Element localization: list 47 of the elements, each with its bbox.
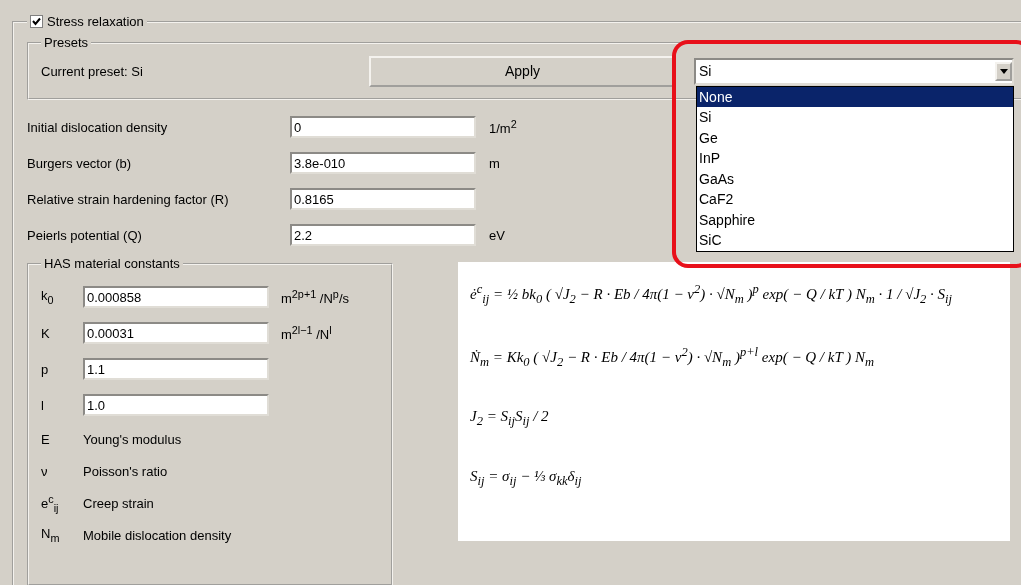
field-label: Burgers vector (b) (27, 155, 133, 171)
equation: Ṅ$_{m}$ = Kk$_{0}$ ( √J$_{2}$ − R · Eb / 4π(1 − ν$^{2}$) · √N$_{m}$ )$^{p+l}$ exp( − Q / kT ) N$_{m}$ (469, 343, 876, 371)
unit-label: 1/m$^{2}$ (489, 117, 517, 137)
input-field[interactable]: 3.8e-010 (290, 152, 476, 174)
field-label: Initial dislocation density (27, 119, 169, 135)
input-field[interactable]: 1.1 (83, 358, 269, 380)
symbol-label: N$_{m}$ (41, 526, 60, 544)
unit-label: eV (489, 227, 505, 243)
symbol-label: E (41, 431, 50, 447)
symbol-label: K (41, 325, 50, 341)
input-field[interactable]: 0.000858 (83, 286, 269, 308)
input-field[interactable]: 0 (290, 116, 476, 138)
dropdown-option[interactable]: InP (697, 148, 1013, 169)
equation: ė$^{c}$$_{ij}$ = ½ bk$_{0}$ ( √J$_{2}$ − R · Eb / 4π(1 − ν$^{2}$) · √N$_{m}$ )$^{p}$ exp( − Q / kT ) N$_{m}$ · 1 / √J$_{2}$ · S$_{ij}$ (469, 281, 953, 308)
equation: J$_{2}$ = S$_{ij}$S$_{ij}$ / 2 (469, 407, 550, 430)
input-field[interactable]: 0.00031 (83, 322, 269, 344)
symbol-label: ν (41, 463, 48, 479)
checkbox[interactable] (30, 15, 43, 28)
group-title: HAS material constants (44, 256, 180, 271)
dropdown-option[interactable]: Ge (697, 127, 1013, 148)
unit-label: m$^{2p+1}$ /N$^{p}$/s (281, 287, 349, 307)
field-label: Relative strain hardening factor (R) (27, 191, 230, 207)
input-field[interactable]: 0.8165 (290, 188, 476, 210)
unit-label: m (489, 155, 500, 171)
dropdown-option[interactable]: None (697, 86, 1013, 107)
dropdown-option[interactable]: Sapphire (697, 209, 1013, 230)
description-label: Creep strain (83, 495, 154, 511)
group-title: Stress relaxation (47, 14, 144, 29)
current-preset-label: Current preset: Si (41, 63, 144, 79)
description-label: Young's modulus (83, 431, 182, 447)
field-label: Peierls potential (Q) (27, 227, 143, 243)
symbol-label: l (41, 397, 44, 413)
input-field[interactable]: 2.2 (290, 224, 476, 246)
symbol-label: p (41, 361, 49, 377)
dropdown-option[interactable]: SiC (697, 230, 1013, 251)
description-label: Mobile dislocation density (83, 527, 232, 543)
symbol-label: k$_{0}$ (41, 288, 54, 306)
group-title: Presets (44, 35, 89, 50)
dropdown-option[interactable]: GaAs (697, 168, 1013, 189)
equation: S$_{ij}$ = σ$_{ij}$ − ⅓ σ$_{kk}$δ$_{ij}$ (469, 466, 583, 490)
caret-icon[interactable] (995, 61, 1012, 81)
preset-dropdown[interactable]: Si (694, 57, 1014, 85)
unit-label: m$^{2l−1}$ /N$^{l}$ (281, 323, 332, 343)
dropdown-option[interactable]: Si (697, 107, 1013, 128)
dropdown-option[interactable]: CaF2 (697, 189, 1013, 210)
input-field[interactable]: 1.0 (83, 394, 269, 416)
description-label: Poisson's ratio (83, 463, 168, 479)
